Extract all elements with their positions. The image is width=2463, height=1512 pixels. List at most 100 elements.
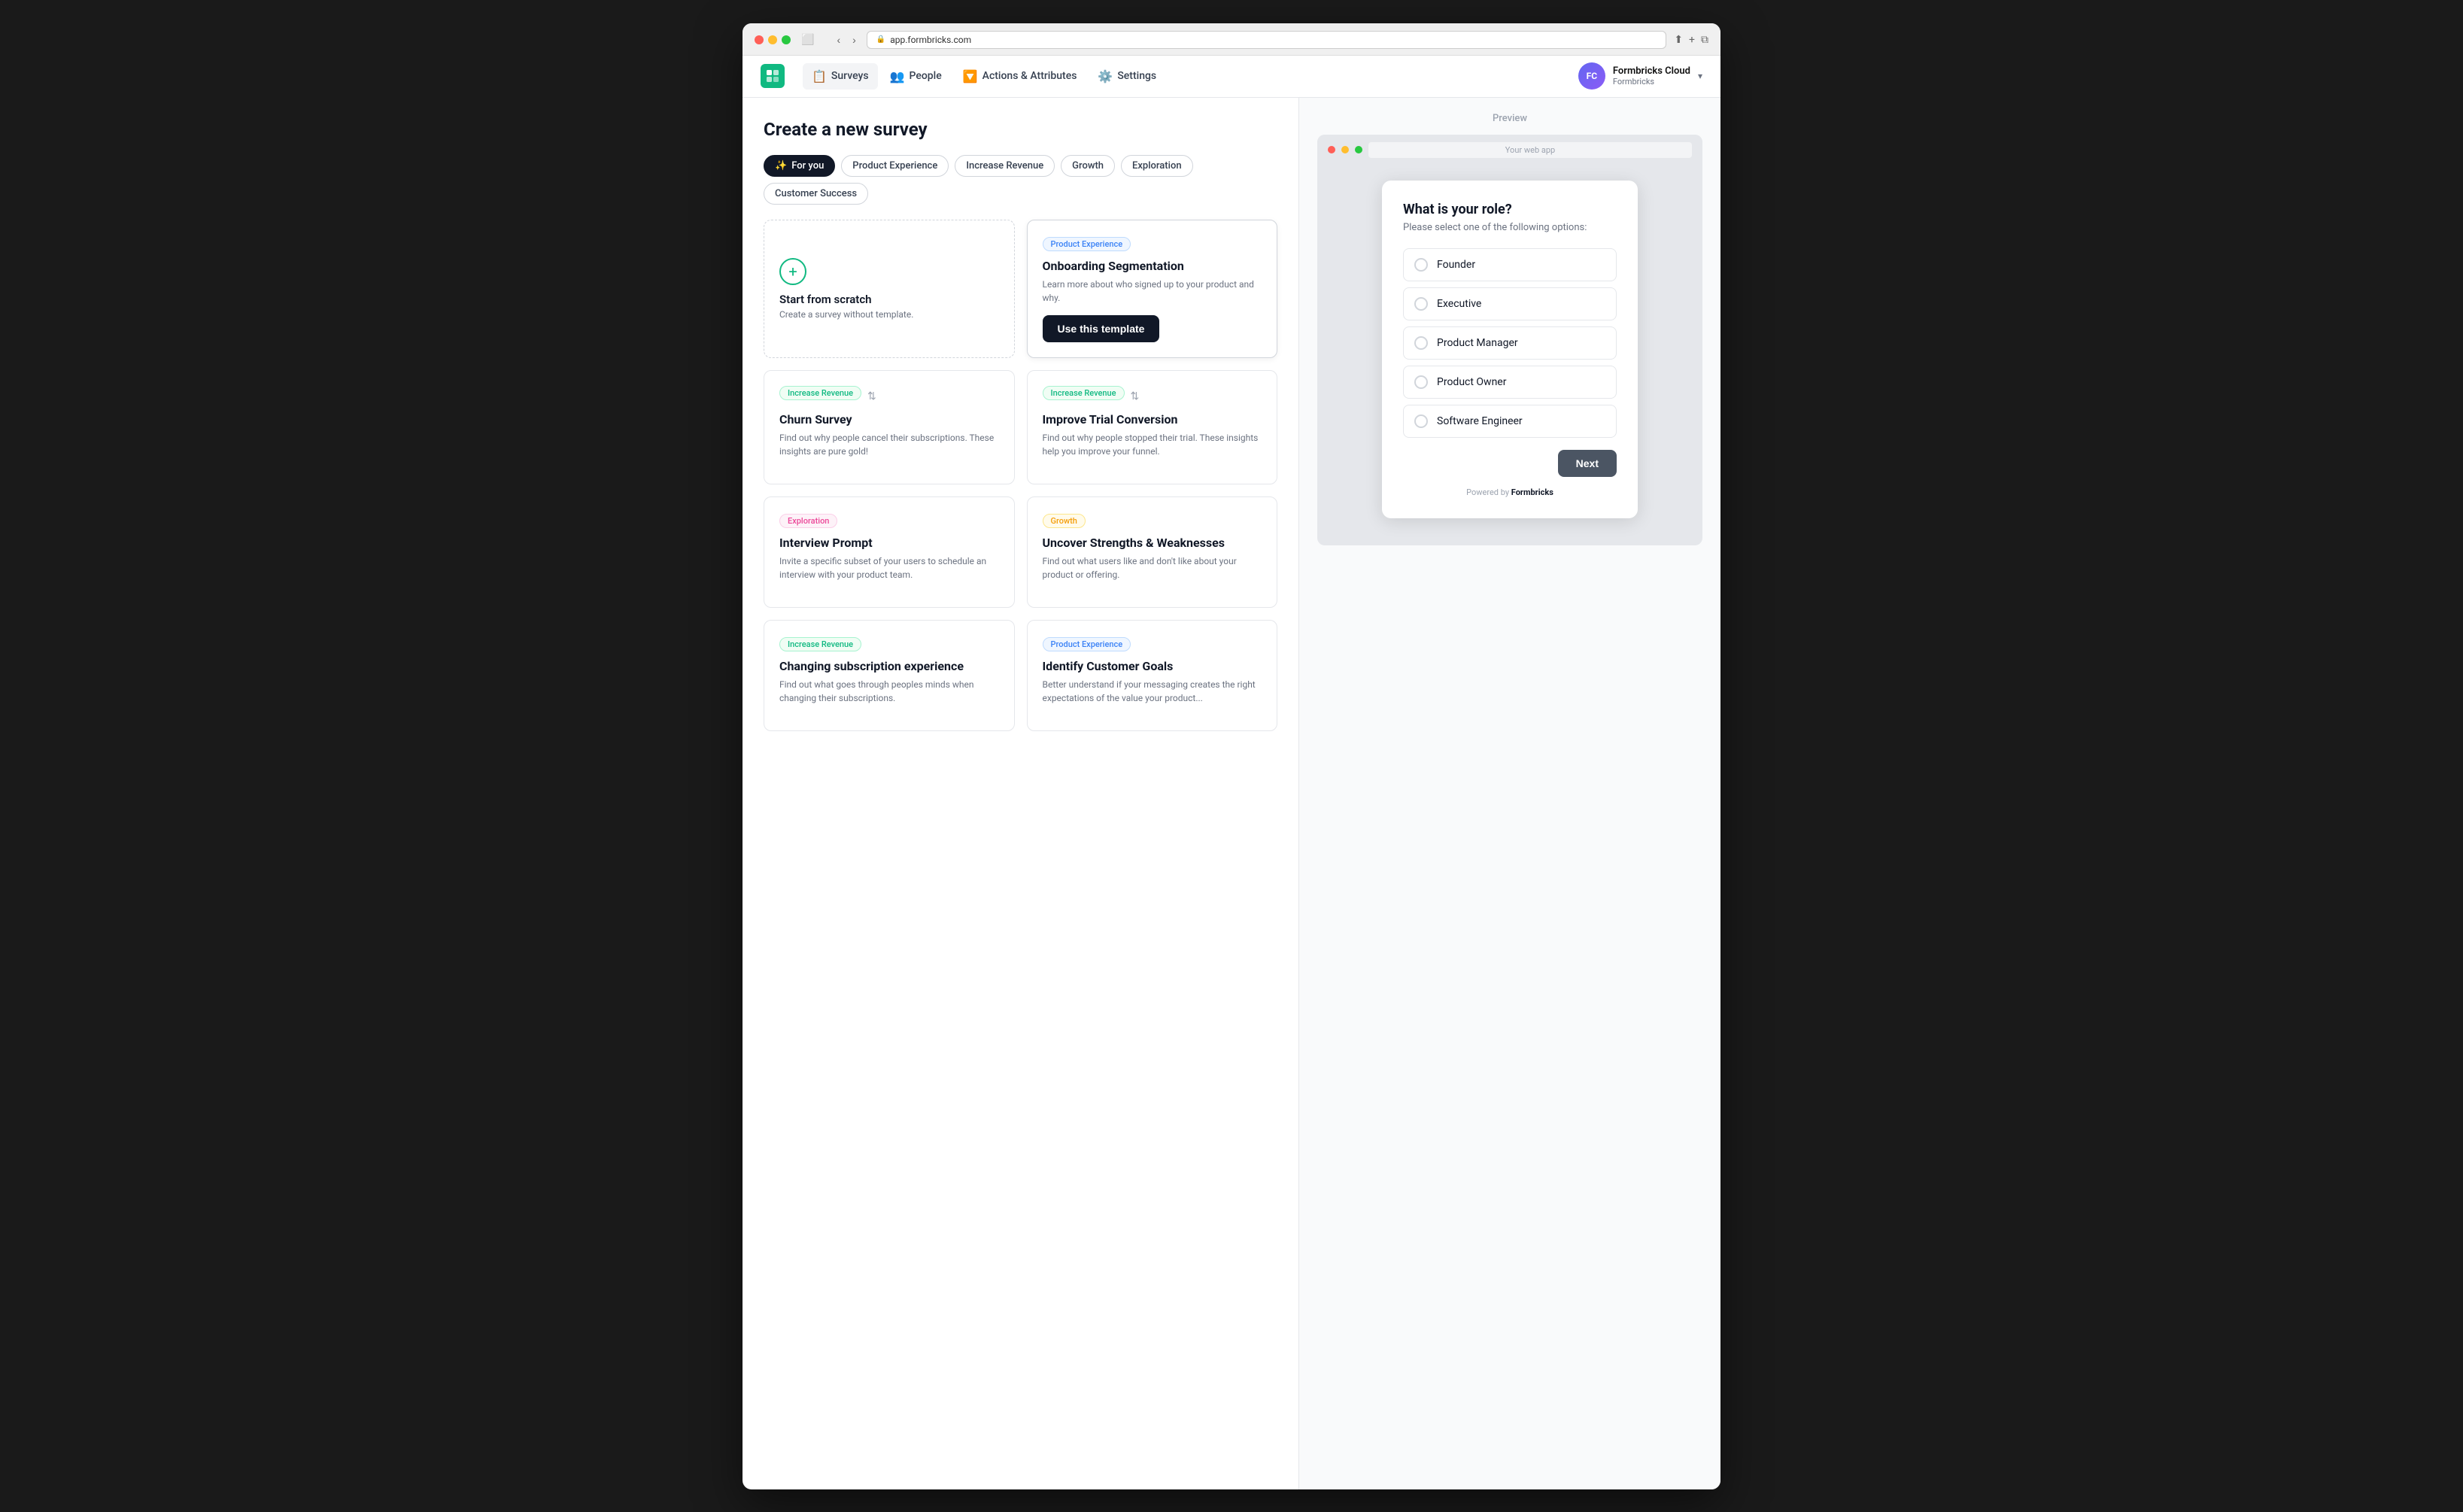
- back-button[interactable]: ‹: [834, 32, 843, 47]
- preview-browser-bar: Your web app: [1317, 135, 1702, 165]
- card-desc-customer-goals: Better understand if your messaging crea…: [1043, 678, 1262, 705]
- card-title-trial: Improve Trial Conversion: [1043, 412, 1262, 427]
- badge-product-goals: Product Experience: [1043, 637, 1131, 651]
- tabs-icon[interactable]: ⧉: [1701, 34, 1708, 46]
- option-founder[interactable]: Founder: [1403, 248, 1617, 281]
- user-org: Formbricks: [1613, 77, 1690, 87]
- template-card-scratch[interactable]: + Start from scratch Create a survey wit…: [764, 220, 1015, 358]
- template-card-onboarding[interactable]: Product Experience Onboarding Segmentati…: [1027, 220, 1278, 358]
- card-title-customer-goals: Identify Customer Goals: [1043, 659, 1262, 673]
- badge-product-experience: Product Experience: [1043, 237, 1131, 251]
- option-label-software-engineer: Software Engineer: [1437, 415, 1523, 427]
- app-nav: 📋 Surveys 👥 People 🔽 Actions & Attribute…: [743, 56, 1720, 98]
- filter-tabs: ✨ For you Product Experience Increase Re…: [764, 155, 1277, 205]
- preview-label: Preview: [1317, 113, 1702, 124]
- filter-tab-label-product-experience: Product Experience: [852, 160, 937, 172]
- modal-subtitle: Please select one of the following optio…: [1403, 222, 1617, 233]
- filter-tab-for-you[interactable]: ✨ For you: [764, 155, 835, 177]
- browser-nav: ‹ ›: [834, 32, 858, 47]
- card-header-churn: Increase Revenue ⇅: [779, 386, 999, 408]
- radio-product-owner[interactable]: [1414, 375, 1428, 389]
- preview-maximize: [1355, 146, 1362, 153]
- template-card-churn[interactable]: Increase Revenue ⇅ Churn Survey Find out…: [764, 370, 1015, 484]
- filter-options-icon-2[interactable]: ⇅: [1131, 390, 1140, 402]
- card-desc-interview: Invite a specific subset of your users t…: [779, 554, 999, 581]
- filter-icon: 🔽: [963, 69, 978, 83]
- user-name: Formbricks Cloud: [1613, 65, 1690, 77]
- card-title-subscription: Changing subscription experience: [779, 659, 999, 673]
- page-title: Create a new survey: [764, 119, 1277, 140]
- browser-chrome: ⬜ ‹ › 🔒 app.formbricks.com ⬆ + ⧉: [743, 23, 1720, 56]
- radio-product-manager[interactable]: [1414, 336, 1428, 350]
- card-header-trial: Increase Revenue ⇅: [1043, 386, 1262, 408]
- filter-tab-exploration[interactable]: Exploration: [1121, 155, 1193, 177]
- badge-exploration: Exploration: [779, 514, 837, 528]
- preview-content: What is your role? Please select one of …: [1317, 165, 1702, 533]
- filter-tab-product-experience[interactable]: Product Experience: [841, 155, 949, 177]
- right-panel: Preview Your web app What is your role? …: [1299, 98, 1720, 1489]
- address-bar[interactable]: 🔒 app.formbricks.com: [867, 31, 1667, 49]
- template-card-strengths[interactable]: Growth Uncover Strengths & Weaknesses Fi…: [1027, 496, 1278, 608]
- radio-founder[interactable]: [1414, 258, 1428, 272]
- maximize-button[interactable]: [782, 35, 791, 44]
- filter-options-icon[interactable]: ⇅: [867, 390, 876, 402]
- option-product-owner[interactable]: Product Owner: [1403, 366, 1617, 399]
- preview-browser: Your web app What is your role? Please s…: [1317, 135, 1702, 545]
- browser-actions: ⬆ + ⧉: [1674, 34, 1708, 46]
- template-card-interview[interactable]: Exploration Interview Prompt Invite a sp…: [764, 496, 1015, 608]
- user-info: Formbricks Cloud Formbricks: [1613, 65, 1690, 87]
- card-desc-subscription: Find out what goes through peoples minds…: [779, 678, 999, 705]
- new-tab-icon[interactable]: +: [1689, 34, 1695, 46]
- option-product-manager[interactable]: Product Manager: [1403, 326, 1617, 360]
- sparkle-icon: ✨: [775, 160, 787, 172]
- option-executive[interactable]: Executive: [1403, 287, 1617, 320]
- preview-address-bar: Your web app: [1368, 142, 1692, 158]
- radio-software-engineer[interactable]: [1414, 414, 1428, 428]
- left-panel: Create a new survey ✨ For you Product Ex…: [743, 98, 1299, 1489]
- people-icon: 👥: [890, 69, 905, 83]
- option-software-engineer[interactable]: Software Engineer: [1403, 405, 1617, 438]
- nav-items: 📋 Surveys 👥 People 🔽 Actions & Attribute…: [803, 63, 1578, 90]
- share-icon[interactable]: ⬆: [1674, 34, 1683, 46]
- radio-executive[interactable]: [1414, 297, 1428, 311]
- browser-window: ⬜ ‹ › 🔒 app.formbricks.com ⬆ + ⧉: [743, 23, 1720, 1489]
- modal-footer: Next: [1403, 450, 1617, 477]
- option-label-product-owner: Product Owner: [1437, 376, 1506, 388]
- template-card-trial[interactable]: Increase Revenue ⇅ Improve Trial Convers…: [1027, 370, 1278, 484]
- card-desc-trial: Find out why people stopped their trial.…: [1043, 431, 1262, 458]
- close-button[interactable]: [755, 35, 764, 44]
- filter-tab-customer-success[interactable]: Customer Success: [764, 183, 868, 205]
- use-template-button[interactable]: Use this template: [1043, 315, 1160, 342]
- powered-by: Powered by Formbricks: [1403, 487, 1617, 497]
- scratch-title: Start from scratch: [779, 293, 872, 306]
- template-card-subscription[interactable]: Increase Revenue Changing subscription e…: [764, 620, 1015, 731]
- forward-button[interactable]: ›: [849, 32, 859, 47]
- filter-tab-growth[interactable]: Growth: [1061, 155, 1115, 177]
- nav-item-settings[interactable]: ⚙️ Settings: [1089, 63, 1165, 90]
- nav-right: FC Formbricks Cloud Formbricks ▾: [1578, 62, 1702, 90]
- nav-label-actions: Actions & Attributes: [982, 70, 1077, 82]
- badge-revenue-trial: Increase Revenue: [1043, 386, 1125, 400]
- nav-item-people[interactable]: 👥 People: [881, 63, 951, 90]
- avatar: FC: [1578, 62, 1605, 90]
- card-desc-churn: Find out why people cancel their subscri…: [779, 431, 999, 458]
- template-grid: + Start from scratch Create a survey wit…: [764, 220, 1277, 731]
- nav-item-actions[interactable]: 🔽 Actions & Attributes: [954, 63, 1086, 90]
- chevron-down-icon[interactable]: ▾: [1698, 71, 1702, 81]
- surveys-icon: 📋: [812, 69, 827, 83]
- preview-close: [1328, 146, 1335, 153]
- sidebar-toggle-button[interactable]: ⬜: [798, 32, 817, 47]
- template-card-customer-goals[interactable]: Product Experience Identify Customer Goa…: [1027, 620, 1278, 731]
- minimize-button[interactable]: [768, 35, 777, 44]
- badge-revenue-churn: Increase Revenue: [779, 386, 861, 400]
- nav-item-surveys[interactable]: 📋 Surveys: [803, 63, 878, 90]
- filter-tab-label-growth: Growth: [1072, 160, 1104, 172]
- filter-tab-label-increase-revenue: Increase Revenue: [966, 160, 1043, 172]
- filter-tab-increase-revenue[interactable]: Increase Revenue: [955, 155, 1055, 177]
- badge-growth: Growth: [1043, 514, 1086, 528]
- survey-modal: What is your role? Please select one of …: [1382, 181, 1638, 518]
- lock-icon: 🔒: [876, 35, 885, 44]
- next-button[interactable]: Next: [1558, 450, 1617, 477]
- card-title-churn: Churn Survey: [779, 412, 999, 427]
- scratch-desc: Create a survey without template.: [779, 309, 913, 320]
